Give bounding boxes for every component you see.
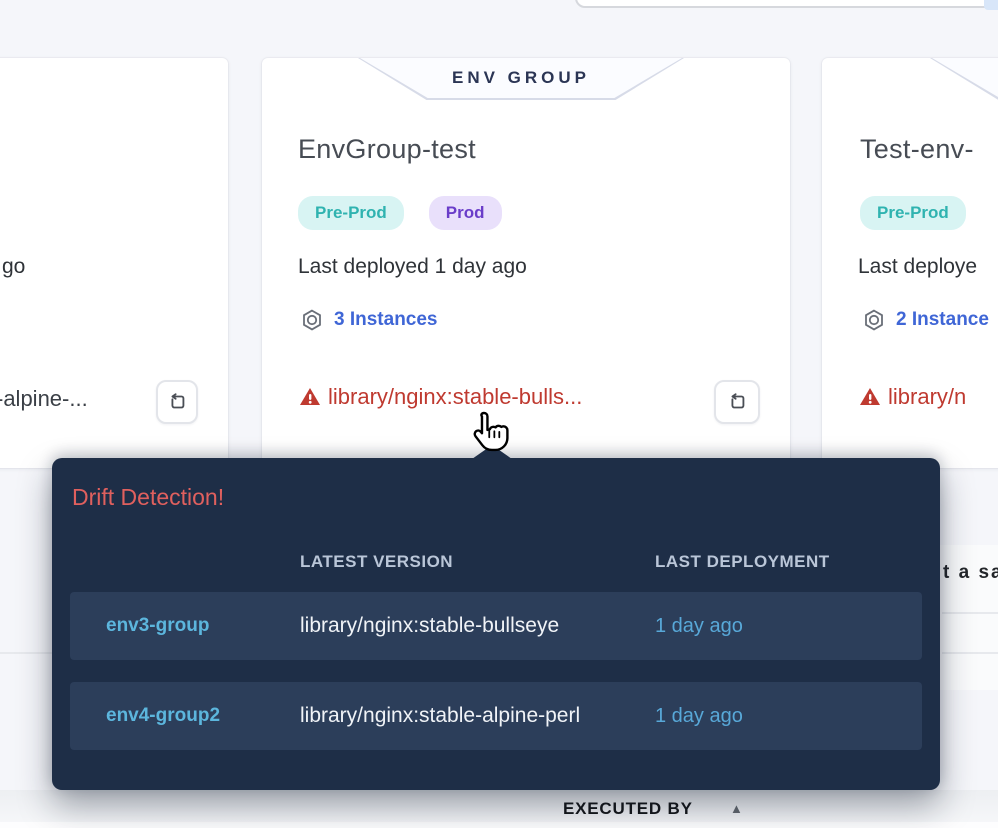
latest-version-text: library/nginx:stable-bullseye: [300, 592, 559, 660]
instances-hexagon-icon: [300, 308, 324, 332]
badge-row: Pre-Prod Prod: [298, 196, 502, 230]
copy-button[interactable]: [714, 380, 760, 424]
last-deployment-text: 1 day ago: [655, 592, 743, 660]
column-header-last-deployment: LAST DEPLOYMENT: [655, 552, 830, 572]
badge-pre-prod: Pre-Prod: [298, 196, 404, 230]
env-name-link[interactable]: env3-group: [106, 592, 209, 660]
row-divider: [942, 652, 998, 654]
table-row: env3-group library/nginx:stable-bullseye…: [70, 592, 922, 660]
row-divider: [942, 612, 998, 614]
row-divider: [0, 652, 52, 654]
image-drift-link[interactable]: library/nginx:stable-bulls...: [298, 384, 582, 410]
env-group-banner-label: ENV GROUP: [452, 68, 590, 88]
sort-arrow-icon[interactable]: ▲: [730, 801, 743, 816]
warning-icon: [298, 385, 322, 409]
last-deployment-text: 1 day ago: [655, 682, 743, 750]
last-deployed-text: go: [2, 255, 25, 279]
instances-hexagon-icon: [862, 308, 886, 332]
last-deployed-text: Last deploye: [858, 255, 977, 279]
instances-label: 2 Instance: [896, 309, 989, 331]
partial-search-bar[interactable]: [575, 0, 997, 8]
env-group-card-right[interactable]: Test-env- Pre-Prod Last deploye 2 Instan…: [822, 58, 998, 468]
env-group-card-left[interactable]: go -alpine-...: [0, 58, 228, 468]
card-title: Test-env-: [860, 134, 974, 165]
partial-button-corner: [984, 0, 998, 10]
env-name-link[interactable]: env4-group2: [106, 682, 220, 750]
env-group-card-center[interactable]: ENV GROUP EnvGroup-test Pre-Prod Prod La…: [262, 58, 790, 468]
badge-prod: Prod: [429, 196, 502, 230]
env-groups-screen: go -alpine-... ENV GROUP EnvGroup-test P…: [0, 0, 998, 828]
warning-icon: [858, 385, 882, 409]
image-tag-text: -alpine-...: [0, 386, 88, 412]
copy-redeploy-icon: [726, 391, 748, 413]
badge-row: Pre-Prod: [860, 196, 966, 230]
column-header-latest-version: LATEST VERSION: [300, 552, 453, 572]
card-title: EnvGroup-test: [298, 134, 476, 165]
badge-pre-prod: Pre-Prod: [860, 196, 966, 230]
footer-strip: [0, 822, 998, 828]
latest-version-text: library/nginx:stable-alpine-perl: [300, 682, 580, 750]
env-group-banner: ENV GROUP: [358, 58, 684, 100]
image-tag-text: library/n: [888, 384, 966, 410]
copy-redeploy-icon: [166, 391, 188, 413]
background-partial-text: t a sa: [943, 562, 998, 584]
instances-link[interactable]: 3 Instances: [300, 308, 438, 332]
image-tag-text: library/nginx:stable-bulls...: [328, 384, 582, 410]
table-row: env4-group2 library/nginx:stable-alpine-…: [70, 682, 922, 750]
instances-label: 3 Instances: [334, 309, 438, 331]
drift-detection-tooltip: Drift Detection! LATEST VERSION LAST DEP…: [52, 458, 940, 790]
instances-link[interactable]: 2 Instance: [862, 308, 989, 332]
env-group-banner-partial: [930, 58, 998, 100]
tooltip-title: Drift Detection!: [72, 484, 224, 511]
cursor-pointer-icon: [466, 410, 514, 463]
copy-button[interactable]: [156, 380, 198, 424]
image-drift-link[interactable]: library/n: [858, 384, 966, 410]
last-deployed-text: Last deployed 1 day ago: [298, 255, 527, 279]
executed-by-column-header[interactable]: EXECUTED BY: [563, 799, 693, 819]
